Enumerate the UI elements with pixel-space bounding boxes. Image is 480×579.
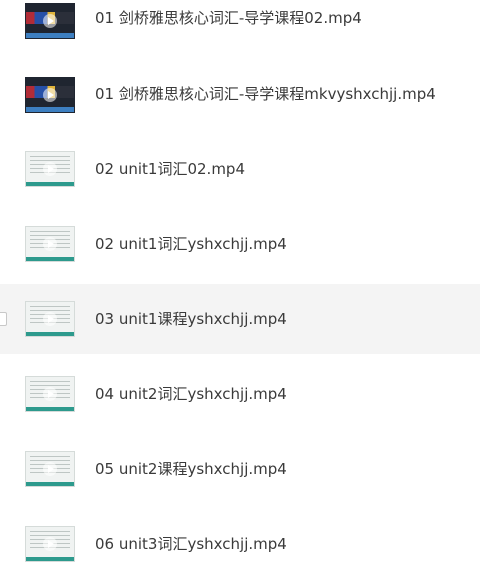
file-row[interactable]: 04 unit2词汇yshxchjj.mp4 <box>0 359 480 429</box>
video-thumbnail-icon[interactable] <box>25 151 75 187</box>
play-icon <box>43 162 57 176</box>
video-thumbnail-icon[interactable] <box>25 301 75 337</box>
file-row-selected[interactable]: 03 unit1课程yshxchjj.mp4 <box>0 284 480 354</box>
file-name[interactable]: 05 unit2课程yshxchjj.mp4 <box>95 459 287 479</box>
file-name[interactable]: 02 unit1词汇yshxchjj.mp4 <box>95 234 287 254</box>
play-icon <box>43 462 57 476</box>
video-thumbnail-icon[interactable] <box>25 77 75 113</box>
file-name[interactable]: 01 剑桥雅思核心词汇-导学课程02.mp4 <box>95 8 362 28</box>
file-name[interactable]: 02 unit1词汇02.mp4 <box>95 159 245 179</box>
play-icon <box>43 14 57 28</box>
play-icon <box>43 387 57 401</box>
file-row[interactable]: 05 unit2课程yshxchjj.mp4 <box>0 434 480 504</box>
video-thumbnail-icon[interactable] <box>25 526 75 562</box>
file-row[interactable]: 01 剑桥雅思核心词汇-导学课程mkvyshxchjj.mp4 <box>0 60 480 130</box>
video-thumbnail-icon[interactable] <box>25 451 75 487</box>
file-row[interactable]: 02 unit1词汇02.mp4 <box>0 134 480 204</box>
file-name[interactable]: 06 unit3词汇yshxchjj.mp4 <box>95 534 287 554</box>
play-icon <box>43 88 57 102</box>
video-thumbnail-icon[interactable] <box>25 3 75 39</box>
file-row[interactable]: 02 unit1词汇yshxchjj.mp4 <box>0 209 480 279</box>
file-row[interactable]: 01 剑桥雅思核心词汇-导学课程02.mp4 <box>0 0 480 55</box>
file-name[interactable]: 04 unit2词汇yshxchjj.mp4 <box>95 384 287 404</box>
file-name[interactable]: 03 unit1课程yshxchjj.mp4 <box>95 309 287 329</box>
file-list: 01 剑桥雅思核心词汇-导学课程02.mp4 01 剑桥雅思核心词汇-导学课程m… <box>0 0 480 562</box>
play-icon <box>43 312 57 326</box>
video-thumbnail-icon[interactable] <box>25 226 75 262</box>
file-row[interactable]: 06 unit3词汇yshxchjj.mp4 <box>0 509 480 579</box>
play-icon <box>43 237 57 251</box>
video-thumbnail-icon[interactable] <box>25 376 75 412</box>
row-checkbox[interactable] <box>0 312 7 326</box>
file-name[interactable]: 01 剑桥雅思核心词汇-导学课程mkvyshxchjj.mp4 <box>95 84 436 104</box>
play-icon <box>43 537 57 551</box>
